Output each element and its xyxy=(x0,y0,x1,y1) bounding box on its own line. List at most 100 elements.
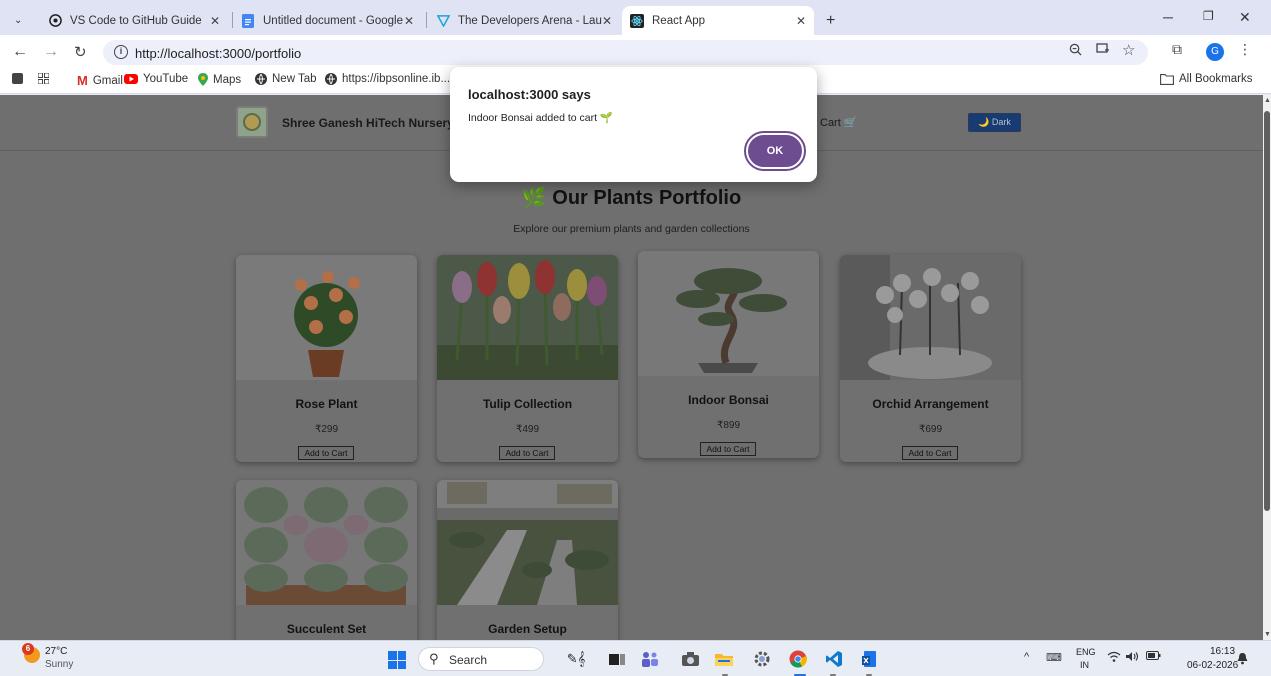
more-menu-icon[interactable]: ⋮ xyxy=(1238,41,1252,58)
show-hidden-icons-chevron-icon[interactable]: ^ xyxy=(1024,651,1029,663)
add-to-cart-button[interactable]: Add to Cart xyxy=(902,446,958,460)
scroll-up-arrow-icon[interactable]: ▲ xyxy=(1264,97,1271,104)
language-indicator[interactable]: ENG xyxy=(1076,647,1096,657)
alert-dialog: localhost:3000 says Indoor Bonsai added … xyxy=(450,67,817,182)
chrome-icon[interactable] xyxy=(788,649,808,669)
nav-cart-link[interactable]: Cart 🛒 xyxy=(820,116,858,129)
weather-temperature[interactable]: 27°C xyxy=(45,646,67,657)
back-arrow-icon[interactable]: ← xyxy=(12,43,28,61)
camera-icon[interactable] xyxy=(680,649,700,669)
all-bookmarks-label: All Bookmarks xyxy=(1179,73,1253,85)
dialog-title: localhost:3000 says xyxy=(468,87,591,102)
clock-date[interactable]: 06-02-2026 xyxy=(1187,660,1238,671)
extensions-icon[interactable]: ⧉ xyxy=(1172,41,1182,58)
install-app-icon[interactable] xyxy=(1096,43,1110,59)
settings-gear-icon[interactable] xyxy=(752,649,772,669)
product-name: Indoor Bonsai xyxy=(688,393,769,407)
weather-condition[interactable]: Sunny xyxy=(45,659,73,670)
close-icon[interactable]: ✕ xyxy=(210,14,220,28)
add-to-cart-button[interactable]: Add to Cart xyxy=(298,446,354,460)
product-name: Garden Setup xyxy=(488,622,567,636)
wifi-icon[interactable] xyxy=(1107,651,1121,665)
sidebar-toggle-icon[interactable] xyxy=(12,73,23,84)
close-icon[interactable]: ✕ xyxy=(796,14,806,28)
windows-start-icon[interactable] xyxy=(388,651,406,669)
product-card: Indoor Bonsai ₹899 Add to Cart xyxy=(638,251,819,458)
tab-developers-arena[interactable]: The Developers Arena - Launch ✕ xyxy=(428,6,620,35)
react-icon xyxy=(630,13,644,28)
minimize-icon[interactable]: ─ xyxy=(1163,9,1173,25)
bookmark-youtube[interactable]: YouTube xyxy=(124,73,188,85)
task-view-icon[interactable] xyxy=(607,649,627,669)
zoom-icon[interactable] xyxy=(1069,43,1082,59)
bookmark-gmail[interactable]: M Gmail xyxy=(77,73,123,88)
bookmark-ibps[interactable]: https://ibpsonline.ib... xyxy=(325,73,450,85)
gmail-icon: M xyxy=(77,73,88,88)
close-icon[interactable]: ✕ xyxy=(602,14,612,28)
youtube-icon xyxy=(124,74,138,84)
teams-icon[interactable] xyxy=(640,649,660,669)
window-close-icon[interactable]: ✕ xyxy=(1239,9,1251,26)
tab-title: The Developers Arena - Launch xyxy=(458,14,602,27)
tab-react-app[interactable]: React App ✕ xyxy=(622,6,814,35)
apps-grid-icon[interactable] xyxy=(38,73,49,84)
address-bar[interactable]: i http://localhost:3000/portfolio xyxy=(103,40,1148,65)
widgets-doodle-icon[interactable]: ✎𝄞 xyxy=(555,649,597,669)
chevron-down-icon: ⌄ xyxy=(14,15,23,26)
page-scrollbar[interactable]: ▲ ▼ xyxy=(1263,95,1271,640)
product-card: Succulent Set xyxy=(236,480,417,640)
product-name: Succulent Set xyxy=(286,622,367,636)
notification-icon[interactable] xyxy=(1236,652,1249,668)
file-explorer-icon[interactable] xyxy=(714,649,734,669)
developers-arena-icon xyxy=(436,14,450,28)
folder-icon xyxy=(1160,73,1174,85)
tab-google-doc[interactable]: Untitled document - Google Do ✕ xyxy=(233,6,422,35)
bookmark-maps[interactable]: Maps xyxy=(198,73,241,86)
nursery-logo[interactable] xyxy=(236,106,268,138)
bookmark-star-icon[interactable]: ☆ xyxy=(1122,41,1135,59)
url-text[interactable]: http://localhost:3000/portfolio xyxy=(135,46,301,61)
site-info-icon[interactable]: i xyxy=(114,45,128,59)
profile-avatar[interactable]: G xyxy=(1206,43,1224,61)
all-bookmarks[interactable]: All Bookmarks xyxy=(1160,73,1253,85)
close-icon[interactable]: ✕ xyxy=(404,14,414,28)
add-to-cart-button[interactable]: Add to Cart xyxy=(700,442,756,456)
product-card: Tulip Collection ₹499 Add to Cart xyxy=(437,255,618,462)
vscode-installer-icon[interactable] xyxy=(860,649,880,669)
new-tab-button[interactable]: + xyxy=(818,6,842,35)
dark-mode-button[interactable]: 🌙 Dark xyxy=(968,113,1021,132)
product-name: Rose Plant xyxy=(295,397,358,411)
reload-icon[interactable]: ↻ xyxy=(74,43,87,61)
product-card: Rose Plant ₹299 Add to Cart xyxy=(236,255,417,462)
add-to-cart-button[interactable]: Add to Cart xyxy=(499,446,555,460)
tab-vscode-guide[interactable]: VS Code to GitHub Guide ✕ xyxy=(40,6,228,35)
volume-icon[interactable] xyxy=(1126,651,1140,665)
openai-favicon-icon xyxy=(48,14,62,28)
keyboard-icon[interactable]: ⌨ xyxy=(1046,651,1062,664)
product-price: ₹499 xyxy=(515,424,540,435)
bookmark-label: https://ibpsonline.ib... xyxy=(342,73,451,85)
taskbar-search[interactable]: ⚲ Search xyxy=(418,647,544,671)
scroll-down-arrow-icon[interactable]: ▼ xyxy=(1264,631,1271,638)
scroll-thumb[interactable] xyxy=(1264,111,1270,511)
battery-icon[interactable] xyxy=(1146,651,1161,663)
clock-time[interactable]: 16:13 xyxy=(1210,646,1235,657)
tab-title: Untitled document - Google Do xyxy=(263,14,404,27)
restore-icon[interactable]: ❐ xyxy=(1203,9,1214,23)
forward-arrow-icon[interactable]: → xyxy=(43,43,59,61)
succulent-set-image xyxy=(236,480,417,605)
tab-search-button[interactable]: ⌄ xyxy=(6,6,32,35)
garden-setup-image xyxy=(437,480,618,605)
plus-icon: + xyxy=(826,11,836,29)
ok-button[interactable]: OK xyxy=(744,131,806,171)
bookmark-new-tab[interactable]: New Tab xyxy=(255,73,317,85)
vscode-icon[interactable] xyxy=(824,649,844,669)
search-label: Search xyxy=(449,653,488,667)
dialog-message: Indoor Bonsai added to cart 🌱 xyxy=(468,112,613,124)
page-subtitle: Explore our premium plants and garden co… xyxy=(513,223,750,235)
bookmark-label: YouTube xyxy=(143,73,189,85)
rose-plant-image xyxy=(236,255,417,380)
language-region[interactable]: IN xyxy=(1080,660,1089,670)
brand-name[interactable]: Shree Ganesh HiTech Nursery xyxy=(282,116,454,130)
browser-toolbar: ← → ↻ i http://localhost:3000/portfolio … xyxy=(0,35,1271,69)
